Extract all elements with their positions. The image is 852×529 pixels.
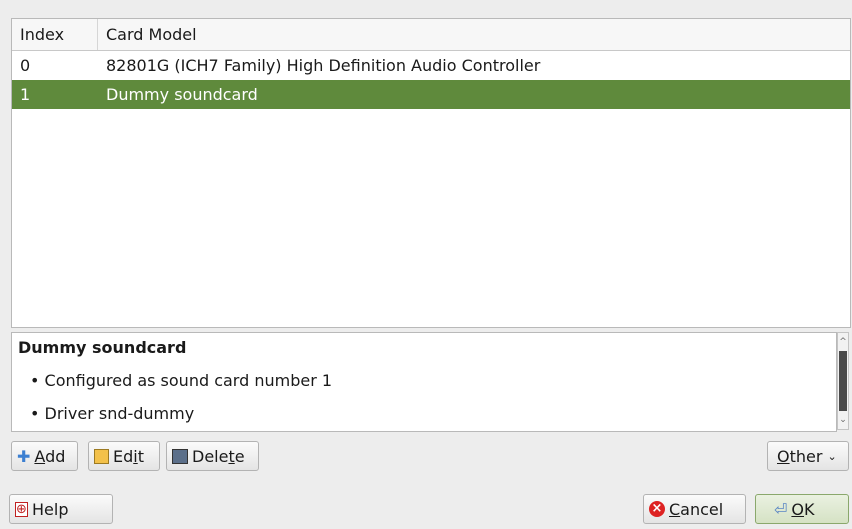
- scroll-thumb[interactable]: [839, 351, 847, 411]
- table-header: Index Card Model: [12, 19, 850, 51]
- details-item: • Driver snd-dummy: [30, 404, 195, 423]
- shredder-icon: [172, 448, 188, 464]
- other-dropdown-button[interactable]: Other ⌄: [767, 441, 849, 471]
- cancel-icon: ×: [649, 501, 665, 517]
- table-row[interactable]: 0 82801G (ICH7 Family) High Definition A…: [12, 51, 850, 80]
- sound-card-table[interactable]: Index Card Model 0 82801G (ICH7 Family) …: [11, 18, 851, 328]
- cell-card-model: Dummy soundcard: [106, 85, 258, 104]
- cell-card-model: 82801G (ICH7 Family) High Definition Aud…: [106, 56, 541, 75]
- scroll-down-icon[interactable]: ⌄: [838, 413, 848, 427]
- cancel-button[interactable]: × Cancel: [643, 494, 746, 524]
- edit-button[interactable]: Edit: [88, 441, 160, 471]
- cell-index: 1: [20, 85, 31, 104]
- cell-index: 0: [20, 56, 31, 75]
- ok-arrow-icon: ⏎: [774, 499, 788, 519]
- help-icon: ⊕: [15, 501, 28, 517]
- plus-icon: ✚: [17, 446, 31, 466]
- column-header-index[interactable]: Index: [12, 19, 98, 50]
- chevron-down-icon: ⌄: [827, 449, 837, 463]
- help-button[interactable]: ⊕ Help: [9, 494, 113, 524]
- edit-icon: [94, 448, 109, 464]
- column-header-card-model[interactable]: Card Model: [98, 19, 197, 50]
- details-scrollbar[interactable]: ^ ⌄: [837, 332, 849, 430]
- ok-button[interactable]: ⏎ OK: [755, 494, 849, 524]
- details-panel: Dummy soundcard • Configured as sound ca…: [11, 332, 837, 432]
- add-button[interactable]: ✚ Add: [11, 441, 78, 471]
- scroll-up-icon[interactable]: ^: [838, 335, 848, 349]
- details-title: Dummy soundcard: [18, 338, 187, 357]
- details-item: • Configured as sound card number 1: [30, 371, 333, 390]
- table-row-selected[interactable]: 1 Dummy soundcard: [12, 80, 850, 109]
- delete-button[interactable]: Delete: [166, 441, 259, 471]
